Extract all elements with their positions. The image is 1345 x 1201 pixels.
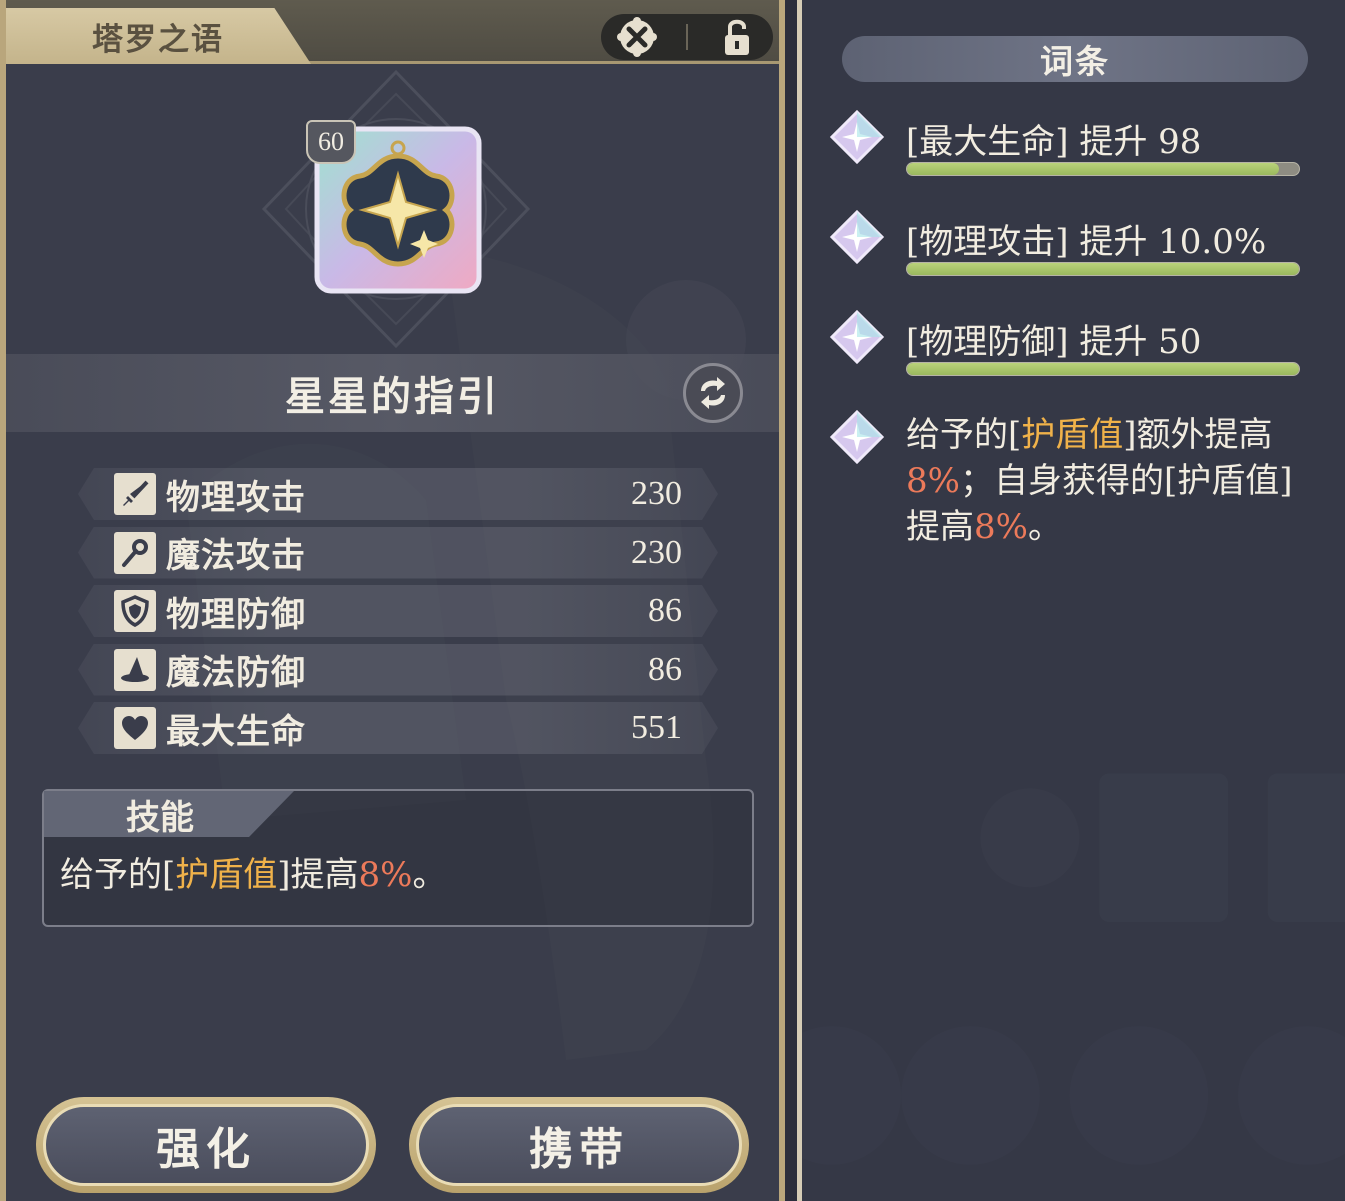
properties-panel: 词条 [最大生命] 提升 98 [物理攻击] 提升 10.0% [物理防御] 提… xyxy=(797,0,1345,1201)
sword-icon xyxy=(114,473,156,515)
item-name: 星星的指引 xyxy=(285,373,500,420)
stat-label: 物理防御 xyxy=(166,594,306,635)
equip-button-label: 携带 xyxy=(416,1104,742,1186)
shield-icon xyxy=(114,590,156,632)
property-text: [物理防御] 提升 50 xyxy=(906,322,1202,362)
skill-text-part: 给予的[ xyxy=(60,855,176,895)
diamond-gem-icon xyxy=(830,110,884,164)
skill-value: 8% xyxy=(358,855,413,895)
item-action-group xyxy=(601,14,773,60)
lock-button[interactable] xyxy=(715,15,759,59)
special-text-part: ]额外提高 xyxy=(1123,415,1273,455)
stat-label: 魔法攻击 xyxy=(166,536,306,576)
stats-list: 物理攻击 230 魔法攻击 230 物理防御 86 魔法防御 86 最大生命 5… xyxy=(78,468,718,761)
property-text: [最大生命] 提升 98 xyxy=(906,122,1202,162)
special-property-description: 给予的[护盾值]额外提高8%；自身获得的[护盾值]提高8%。 xyxy=(906,412,1306,550)
property-bar-fill xyxy=(907,363,1299,375)
unlock-icon xyxy=(725,19,750,55)
skill-text-part: 。 xyxy=(412,855,447,895)
special-text-part: ；自身获得的[护盾值]提高 xyxy=(906,461,1293,547)
property-bar xyxy=(906,362,1300,376)
swap-icon xyxy=(701,377,725,409)
property-text: [物理攻击] 提升 10.0% xyxy=(906,222,1267,262)
stat-row: 物理防御 86 xyxy=(78,585,718,637)
enhance-button[interactable]: 强化 xyxy=(36,1097,376,1193)
stat-row: 魔法防御 86 xyxy=(78,644,718,696)
equip-button[interactable]: 携带 xyxy=(409,1097,749,1193)
category-title: 塔罗之语 xyxy=(6,8,311,64)
stat-value: 230 xyxy=(631,475,682,512)
heart-icon xyxy=(114,707,156,749)
stat-value: 86 xyxy=(648,592,682,629)
stat-value: 551 xyxy=(631,709,682,746)
skill-keyword: 护盾值 xyxy=(175,855,278,895)
divider xyxy=(685,24,688,50)
special-value: 8% xyxy=(906,461,960,501)
special-value: 8% xyxy=(974,507,1028,547)
stat-label: 魔法防御 xyxy=(166,653,306,693)
stat-value: 86 xyxy=(648,650,682,688)
staff-icon xyxy=(114,532,156,574)
enhance-button-label: 强化 xyxy=(43,1104,369,1186)
item-name-bar: 星星的指引 xyxy=(6,354,779,432)
diamond-gem-icon xyxy=(830,210,884,264)
property-bar-fill xyxy=(907,263,1299,275)
stat-label: 物理攻击 xyxy=(166,477,306,518)
property-bar xyxy=(906,262,1300,276)
cross-icon xyxy=(616,17,657,57)
diamond-gem-icon xyxy=(830,310,884,364)
property-bar-fill xyxy=(907,163,1280,175)
title-bar: 塔罗之语 xyxy=(6,0,779,64)
stat-value: 230 xyxy=(631,533,682,571)
stat-row: 物理攻击 230 xyxy=(78,468,718,520)
stat-label: 最大生命 xyxy=(166,711,306,752)
skill-text-part: ]提高 xyxy=(277,855,359,895)
equipment-detail-panel: 塔罗之语 60 星星的指引 物理攻击 230 魔法攻击 230 物理防御 86 … xyxy=(0,0,785,1201)
background-decor xyxy=(802,773,1345,1165)
special-keyword: 护盾值 xyxy=(1021,415,1124,455)
special-text-part: 。 xyxy=(1027,507,1062,547)
special-text-part: 给予的[ xyxy=(906,415,1022,455)
item-showcase: 60 xyxy=(6,64,779,354)
skill-box: 技能 给予的[护盾值]提高8%。 xyxy=(42,789,754,927)
diamond-gem-icon xyxy=(830,410,884,464)
item-level-badge: 60 xyxy=(306,120,356,164)
skill-tab: 技能 xyxy=(44,791,294,837)
wizard-hat-icon xyxy=(114,649,156,691)
discard-button[interactable] xyxy=(615,15,659,59)
stat-row: 魔法攻击 230 xyxy=(78,527,718,579)
property-bar xyxy=(906,162,1300,176)
stat-row: 最大生命 551 xyxy=(78,702,718,754)
swap-button[interactable] xyxy=(683,363,743,423)
skill-description: 给予的[护盾值]提高8%。 xyxy=(60,847,446,896)
properties-header: 词条 xyxy=(842,36,1308,82)
